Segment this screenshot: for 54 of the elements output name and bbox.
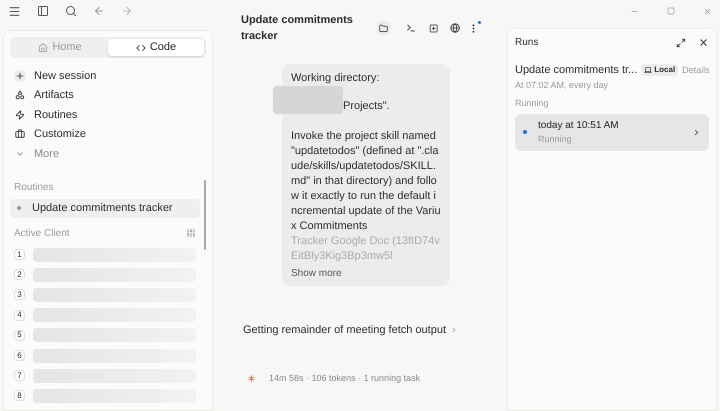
code-icon — [136, 42, 146, 52]
add-icon[interactable] — [428, 22, 438, 34]
close-icon[interactable] — [698, 37, 709, 48]
step-text[interactable]: Getting remainder of meeting fetch output — [243, 322, 446, 338]
message-text: Working directory: — [291, 71, 380, 86]
index-label: 2 — [14, 269, 25, 280]
run-status: Running — [538, 132, 573, 146]
run-item[interactable]: today at 10:51 AM Running — [515, 114, 709, 150]
run-time: today at 10:51 AM — [538, 118, 620, 133]
section-heading: Active Client — [14, 226, 70, 240]
filter-icon[interactable] — [186, 228, 196, 238]
index-label: 3 — [14, 289, 25, 300]
terminal-icon[interactable] — [406, 22, 417, 34]
status-text: 14m 58s · 106 tokens · 1 running task — [269, 372, 420, 385]
bullet-icon — [17, 206, 21, 210]
index-label: 4 — [14, 310, 25, 321]
section-heading: Routines — [13, 180, 54, 194]
index-label: 7 — [14, 370, 25, 382]
nav-item[interactable]: New session — [10, 66, 206, 86]
mode-tab[interactable]: Code — [108, 39, 204, 56]
chevron-icon — [692, 128, 701, 136]
index-label: 8 — [14, 390, 25, 402]
scrollbar[interactable] — [204, 180, 206, 250]
spinner-icon — [246, 372, 257, 384]
globe-icon[interactable] — [450, 22, 460, 34]
message-text: Projects". — [343, 99, 390, 114]
index-label: 5 — [14, 330, 25, 341]
routine-item[interactable]: Update commitments tracker — [10, 198, 200, 218]
index-label: 6 — [14, 350, 25, 362]
schedule-text: At 07:02 AM, every day — [515, 78, 610, 92]
search-icon[interactable] — [65, 5, 77, 17]
panel-title: Runs — [515, 36, 540, 50]
section-heading: Running — [515, 97, 550, 110]
sidebar-toggle-icon[interactable] — [37, 5, 49, 17]
folder-icon[interactable] — [376, 21, 390, 35]
index-label: 1 — [14, 249, 25, 260]
location-badge: Local — [641, 64, 678, 76]
plus-icon — [14, 70, 26, 82]
nav-item[interactable]: Artifacts — [10, 86, 206, 105]
briefcase-icon — [14, 128, 26, 140]
message-text: Tracker Google Doc (13ftD74vEitBly3Kig3Bp3mw5l — [291, 234, 441, 264]
nav-item[interactable]: Customize — [10, 124, 206, 144]
nav-item[interactable]: Routines — [10, 105, 206, 124]
shapes-icon — [14, 89, 26, 102]
menu-icon[interactable] — [8, 4, 21, 18]
bolt-icon — [14, 108, 26, 121]
expand-icon[interactable] — [676, 38, 686, 48]
redacted-area — [273, 86, 343, 114]
routine-name: Update commitments tr... — [515, 63, 638, 78]
back-icon[interactable] — [93, 5, 105, 17]
message-text: Invoke the project skill named "updatetodos" (defined at ".claude/skills/updatetodos/SKILL.md" in that directory) and follow it exactly to run the default incremental update of the Variux Commitments — [291, 129, 441, 234]
show-more-link[interactable]: Show more — [291, 266, 342, 281]
session-title: Update commitments tracker — [241, 12, 354, 44]
home-icon — [38, 42, 48, 52]
